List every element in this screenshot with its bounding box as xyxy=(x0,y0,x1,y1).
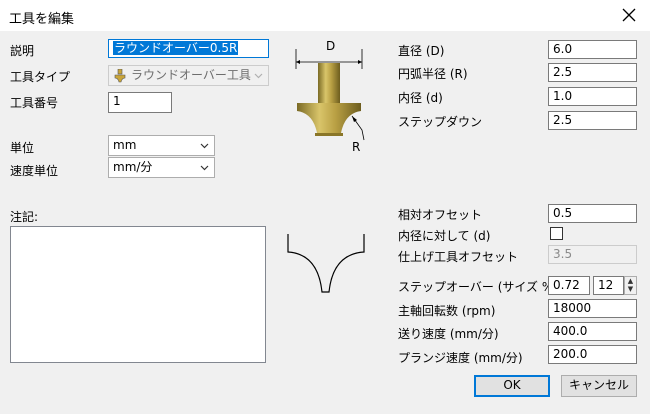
ok-button[interactable]: OK xyxy=(474,375,550,397)
spindle-field[interactable]: 18000 xyxy=(548,299,637,318)
tool-number-label: 工具番号 xyxy=(10,96,59,110)
tool-diagram xyxy=(295,49,365,141)
feed-rate-label: 送り速度 (mm/分) xyxy=(398,327,499,341)
chevron-down-icon xyxy=(254,73,263,79)
window-title: 工具を編集 xyxy=(9,12,75,27)
stepdown-field[interactable]: 2.5 xyxy=(548,111,637,130)
feed-rate-field[interactable]: 400.0 xyxy=(548,322,637,341)
diameter-dim-label: D xyxy=(326,39,336,53)
relative-to-inner-checkbox[interactable] xyxy=(550,227,563,240)
feed-unit-label: 速度単位 xyxy=(10,164,59,178)
diameter-label: 直径 (D) xyxy=(398,44,445,58)
stepdown-label: ステップダウン xyxy=(398,115,483,129)
unit-label: 単位 xyxy=(10,141,35,155)
feed-unit-dropdown[interactable]: mm/分 xyxy=(108,157,215,178)
tool-type-label: 工具タイプ xyxy=(10,70,71,84)
profile-diagram xyxy=(287,234,365,293)
chevron-down-icon xyxy=(200,165,209,171)
title-bar: 工具を編集 xyxy=(0,0,650,31)
stepover-percent-field[interactable]: 12 xyxy=(593,276,624,295)
plunge-rate-label: プランジ速度 (mm/分) xyxy=(398,351,523,365)
tool-type-value: ラウンドオーバー工具 xyxy=(131,68,251,82)
spin-up-icon[interactable]: ▲ xyxy=(625,277,636,285)
inner-diameter-field[interactable]: 1.0 xyxy=(548,87,637,106)
stepover-spinner[interactable]: ▲ ▼ xyxy=(624,276,637,295)
description-label: 説明 xyxy=(10,44,35,58)
tool-type-dropdown[interactable]: ラウンドオーバー工具 xyxy=(108,65,269,86)
cancel-button[interactable]: キャンセル xyxy=(561,375,637,397)
finish-offset-field: 3.5 xyxy=(548,245,637,264)
notes-textarea[interactable] xyxy=(10,226,266,363)
description-field[interactable]: ラウンドオーバー0.5R xyxy=(108,39,269,58)
notes-label: 注記: xyxy=(10,210,39,224)
relative-offset-field[interactable]: 0.5 xyxy=(548,204,637,223)
close-icon[interactable] xyxy=(618,4,640,26)
relative-offset-label: 相対オフセット xyxy=(398,208,483,222)
radius-dim-label: R xyxy=(352,140,361,154)
relative-to-inner-label: 内径に対して (d) xyxy=(398,229,491,243)
finish-offset-label: 仕上げ工具オフセット xyxy=(398,250,519,264)
roundover-tool-icon xyxy=(114,69,126,83)
unit-dropdown[interactable]: mm xyxy=(108,135,215,156)
arc-radius-field[interactable]: 2.5 xyxy=(548,63,637,82)
feed-unit-value: mm/分 xyxy=(113,160,153,174)
stepover-field[interactable]: 0.72 xyxy=(548,276,590,295)
unit-value: mm xyxy=(113,138,137,152)
edit-tool-dialog: 説明 ラウンドオーバー0.5R 工具タイプ ラウンドオーバー工具 工具番号 1 … xyxy=(0,31,650,414)
spindle-label: 主軸回転数 (rpm) xyxy=(398,304,496,318)
tool-number-field[interactable]: 1 xyxy=(108,92,172,113)
diameter-field[interactable]: 6.0 xyxy=(548,40,637,59)
arc-radius-label: 円弧半径 (R) xyxy=(398,67,468,81)
chevron-down-icon xyxy=(200,143,209,149)
inner-diameter-label: 内径 (d) xyxy=(398,91,443,105)
plunge-rate-field[interactable]: 200.0 xyxy=(548,345,637,364)
description-value: ラウンドオーバー0.5R xyxy=(113,41,239,55)
spin-down-icon[interactable]: ▼ xyxy=(625,285,636,293)
